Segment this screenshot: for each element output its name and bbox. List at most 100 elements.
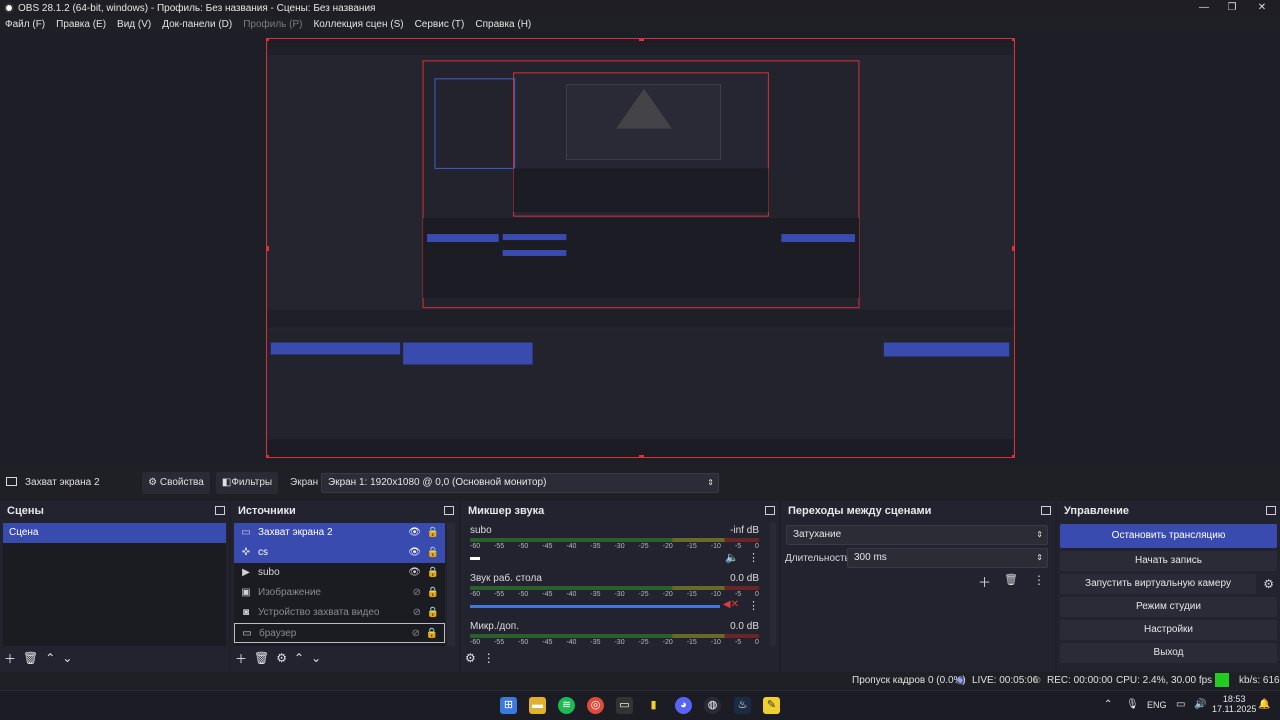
menu-tools[interactable]: Сервис (T): [415, 19, 465, 30]
eye-hidden-icon[interactable]: ⊘: [412, 624, 420, 644]
more-icon[interactable]: ⋮: [748, 599, 759, 612]
close-button[interactable]: ✕: [1248, 0, 1276, 16]
screen-select[interactable]: Экран 1: 1920x1080 @ 0,0 (Основной монит…: [321, 473, 719, 493]
source-item[interactable]: ✜ cs 👁 🔒: [234, 543, 445, 563]
lock-icon[interactable]: 🔒: [427, 523, 439, 543]
menu-docks[interactable]: Док-панели (D): [162, 19, 232, 30]
gear-icon[interactable]: ⚙: [1263, 577, 1274, 591]
menu-profile[interactable]: Профиль (P): [243, 19, 302, 30]
stop-stream-button[interactable]: Остановить трансляцию: [1060, 524, 1277, 548]
resize-handle[interactable]: [1012, 246, 1014, 251]
obs-icon[interactable]: ◍: [704, 697, 721, 714]
notification-icon[interactable]: 🔔: [1258, 699, 1270, 710]
play-icon: ▶: [242, 567, 250, 578]
properties-button[interactable]: ⚙ Свойства: [142, 472, 210, 494]
duration-input[interactable]: 300 ms ⇕: [847, 548, 1048, 568]
source-item[interactable]: ▶ subo 👁 🔒: [234, 563, 445, 583]
discord-icon[interactable]: ◕: [675, 697, 692, 714]
resize-handle[interactable]: [1012, 455, 1014, 457]
resize-handle[interactable]: [267, 39, 269, 41]
language-indicator[interactable]: ENG: [1147, 700, 1167, 710]
gear-icon[interactable]: ⚙: [276, 651, 287, 665]
preview-canvas[interactable]: [266, 38, 1015, 458]
menu-help[interactable]: Справка (H): [475, 19, 531, 30]
scene-item-label: Сцена: [9, 527, 39, 538]
scrollbar[interactable]: [447, 523, 455, 646]
chevron-up-icon[interactable]: ⌃: [1104, 699, 1112, 710]
volume-slider[interactable]: [470, 557, 480, 560]
volume-icon[interactable]: 🔊: [1194, 699, 1206, 710]
start-virtual-camera-button[interactable]: Запустить виртуальную камеру: [1060, 574, 1256, 594]
undock-icon[interactable]: [444, 506, 454, 515]
chrome-icon[interactable]: ◎: [587, 697, 604, 714]
microphone-icon[interactable]: 🎙: [1126, 699, 1139, 710]
lock-icon[interactable]: 🔒: [427, 603, 439, 623]
terminal-icon[interactable]: ▭: [616, 697, 633, 714]
add-icon[interactable]: ＋: [235, 650, 247, 667]
network-icon[interactable]: ▭: [1176, 699, 1185, 710]
arrow-down-icon[interactable]: ⌄: [62, 651, 72, 665]
lock-icon[interactable]: 🔒: [427, 543, 439, 563]
more-icon[interactable]: ⋮: [748, 551, 759, 564]
minimize-button[interactable]: —: [1190, 0, 1218, 16]
undock-icon[interactable]: [215, 506, 225, 515]
menu-file[interactable]: Файл (F): [5, 19, 45, 30]
resize-handle[interactable]: [639, 39, 644, 41]
source-item[interactable]: ▭ браузер ⊘ 🔒: [234, 623, 445, 643]
trash-icon[interactable]: 🗑: [254, 651, 269, 665]
undock-icon[interactable]: [765, 506, 775, 515]
settings-button[interactable]: Настройки: [1060, 620, 1277, 640]
app-icon[interactable]: ▮: [645, 697, 662, 714]
more-icon[interactable]: ⋮: [1033, 573, 1045, 587]
trash-icon[interactable]: 🗑: [23, 651, 38, 665]
resize-handle[interactable]: [1012, 39, 1014, 41]
windows-start-icon[interactable]: ⊞: [500, 697, 517, 714]
menu-edit[interactable]: Правка (E): [56, 19, 106, 30]
arrow-down-icon[interactable]: ⌄: [311, 651, 321, 665]
eye-hidden-icon[interactable]: ⊘: [413, 583, 421, 603]
add-icon[interactable]: ＋: [978, 572, 991, 591]
filters-button[interactable]: ◧Фильтры: [216, 472, 278, 494]
resize-handle[interactable]: [267, 455, 269, 457]
eye-icon[interactable]: 👁: [408, 523, 421, 543]
exit-button[interactable]: Выход: [1060, 643, 1277, 663]
lock-icon[interactable]: 🔒: [427, 563, 439, 583]
arrow-up-icon[interactable]: ⌃: [294, 651, 304, 665]
eye-hidden-icon[interactable]: ⊘: [413, 603, 421, 623]
more-icon[interactable]: ⋮: [483, 651, 495, 665]
source-item[interactable]: ◙ Устройство захвата видео ⊘ 🔒: [234, 603, 445, 623]
undock-icon[interactable]: [1041, 506, 1051, 515]
eye-icon[interactable]: 👁: [408, 543, 421, 563]
arrow-up-icon[interactable]: ⌃: [45, 651, 55, 665]
steam-icon[interactable]: ♨: [734, 697, 751, 714]
source-item[interactable]: ▭ Захват экрана 2 👁 🔒: [234, 523, 445, 543]
transition-select[interactable]: Затухание ⇕: [786, 525, 1048, 545]
menu-scene-collection[interactable]: Коллекция сцен (S): [313, 19, 403, 30]
app-icon[interactable]: ✎: [763, 697, 780, 714]
undock-icon[interactable]: [1266, 506, 1276, 515]
clock[interactable]: 18:53 17.11.2025: [1212, 694, 1256, 714]
volume-slider[interactable]: [470, 605, 720, 608]
eye-icon[interactable]: 👁: [408, 563, 421, 583]
trash-icon[interactable]: 🗑: [1004, 573, 1018, 586]
lock-icon[interactable]: 🔒: [426, 624, 438, 644]
resize-handle[interactable]: [639, 455, 644, 457]
spinner-icon[interactable]: ⇕: [1036, 549, 1043, 567]
file-explorer-icon[interactable]: ▬: [529, 697, 546, 714]
volume-meter: [470, 538, 759, 542]
scene-item[interactable]: Сцена: [3, 523, 226, 543]
maximize-button[interactable]: ❐: [1218, 0, 1246, 16]
studio-mode-button[interactable]: Режим студии: [1060, 597, 1277, 617]
speaker-icon[interactable]: 🔈: [725, 551, 739, 564]
lock-icon[interactable]: 🔒: [427, 583, 439, 603]
scale-tick: -40: [566, 543, 577, 550]
gear-icon[interactable]: ⚙: [465, 651, 476, 665]
resize-handle[interactable]: [267, 246, 269, 251]
scrollbar[interactable]: [770, 523, 776, 646]
speaker-muted-icon[interactable]: ◀✕: [723, 599, 739, 610]
spotify-icon[interactable]: ≋: [558, 697, 575, 714]
menu-view[interactable]: Вид (V): [117, 19, 151, 30]
start-recording-button[interactable]: Начать запись: [1060, 551, 1277, 571]
source-item[interactable]: ▣ Изображение ⊘ 🔒: [234, 583, 445, 603]
add-icon[interactable]: ＋: [4, 650, 16, 667]
